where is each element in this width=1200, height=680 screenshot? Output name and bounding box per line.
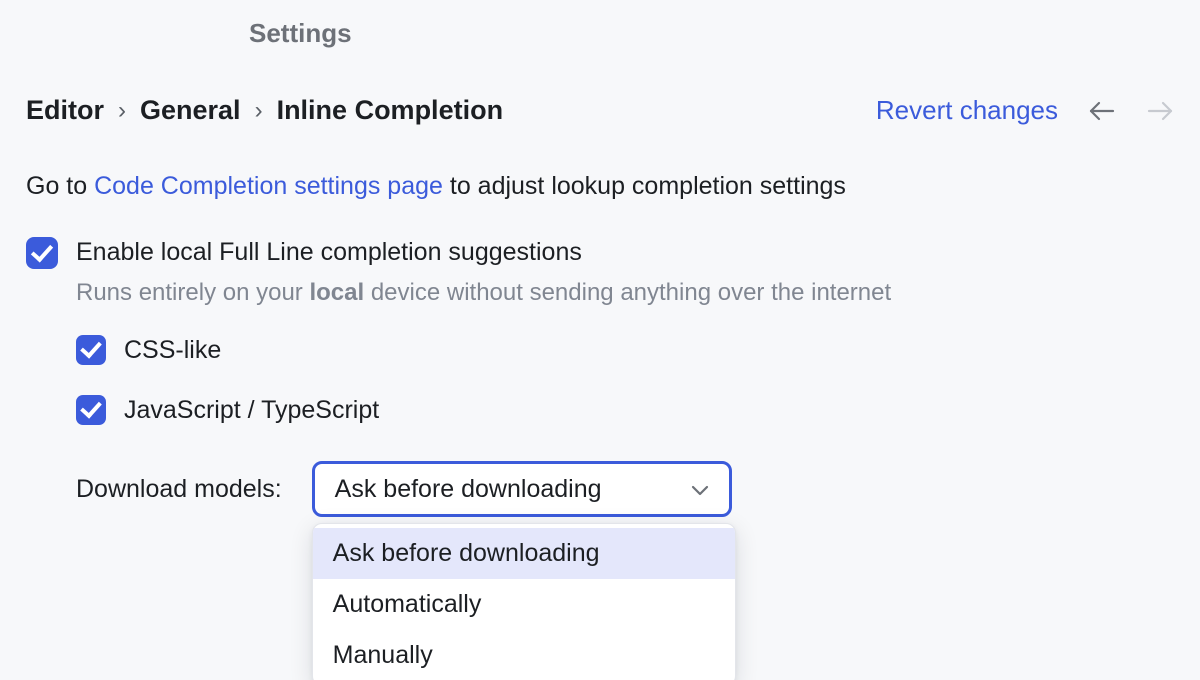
chevron-down-icon — [691, 475, 709, 503]
breadcrumb-inline-completion[interactable]: Inline Completion — [277, 95, 504, 126]
js-ts-checkbox[interactable] — [76, 395, 106, 425]
forward-arrow-icon — [1146, 97, 1174, 125]
enable-full-line-row: Enable local Full Line completion sugges… — [26, 235, 1174, 269]
enable-full-line-description: Runs entirely on your local device witho… — [76, 279, 1174, 307]
download-models-row: Download models: Ask before downloading … — [76, 461, 1174, 517]
css-like-checkbox[interactable] — [76, 335, 106, 365]
breadcrumb-editor[interactable]: Editor — [26, 95, 104, 126]
breadcrumb-separator: › — [118, 97, 126, 125]
dropdown-option-manual[interactable]: Manually — [313, 630, 735, 680]
back-arrow-icon[interactable] — [1088, 97, 1116, 125]
css-like-label: CSS-like — [124, 333, 221, 367]
download-models-dropdown: Ask before downloading Automatically Man… — [312, 523, 736, 680]
language-checklist: CSS-like JavaScript / TypeScript — [76, 333, 1174, 427]
download-models-value: Ask before downloading — [335, 475, 602, 504]
css-like-row: CSS-like — [76, 333, 1174, 367]
code-completion-settings-link[interactable]: Code Completion settings page — [94, 172, 443, 200]
info-prefix: Go to — [26, 172, 94, 200]
breadcrumb-general[interactable]: General — [140, 95, 241, 126]
js-ts-label: JavaScript / TypeScript — [124, 393, 379, 427]
dropdown-option-auto[interactable]: Automatically — [313, 579, 735, 630]
revert-changes-link[interactable]: Revert changes — [876, 95, 1058, 126]
page-title: Settings — [249, 18, 1174, 49]
download-models-select[interactable]: Ask before downloading — [312, 461, 732, 517]
breadcrumb: Editor › General › Inline Completion — [26, 95, 503, 126]
enable-full-line-checkbox[interactable] — [26, 237, 58, 269]
info-suffix: to adjust lookup completion settings — [443, 172, 846, 200]
download-models-label: Download models: — [76, 475, 282, 504]
breadcrumb-separator: › — [255, 97, 263, 125]
js-ts-row: JavaScript / TypeScript — [76, 393, 1174, 427]
header-actions: Revert changes — [876, 95, 1174, 126]
header-row: Editor › General › Inline Completion Rev… — [26, 95, 1174, 126]
enable-full-line-label: Enable local Full Line completion sugges… — [76, 235, 582, 269]
dropdown-option-ask[interactable]: Ask before downloading — [313, 528, 735, 579]
info-line: Go to Code Completion settings page to a… — [26, 172, 1174, 201]
